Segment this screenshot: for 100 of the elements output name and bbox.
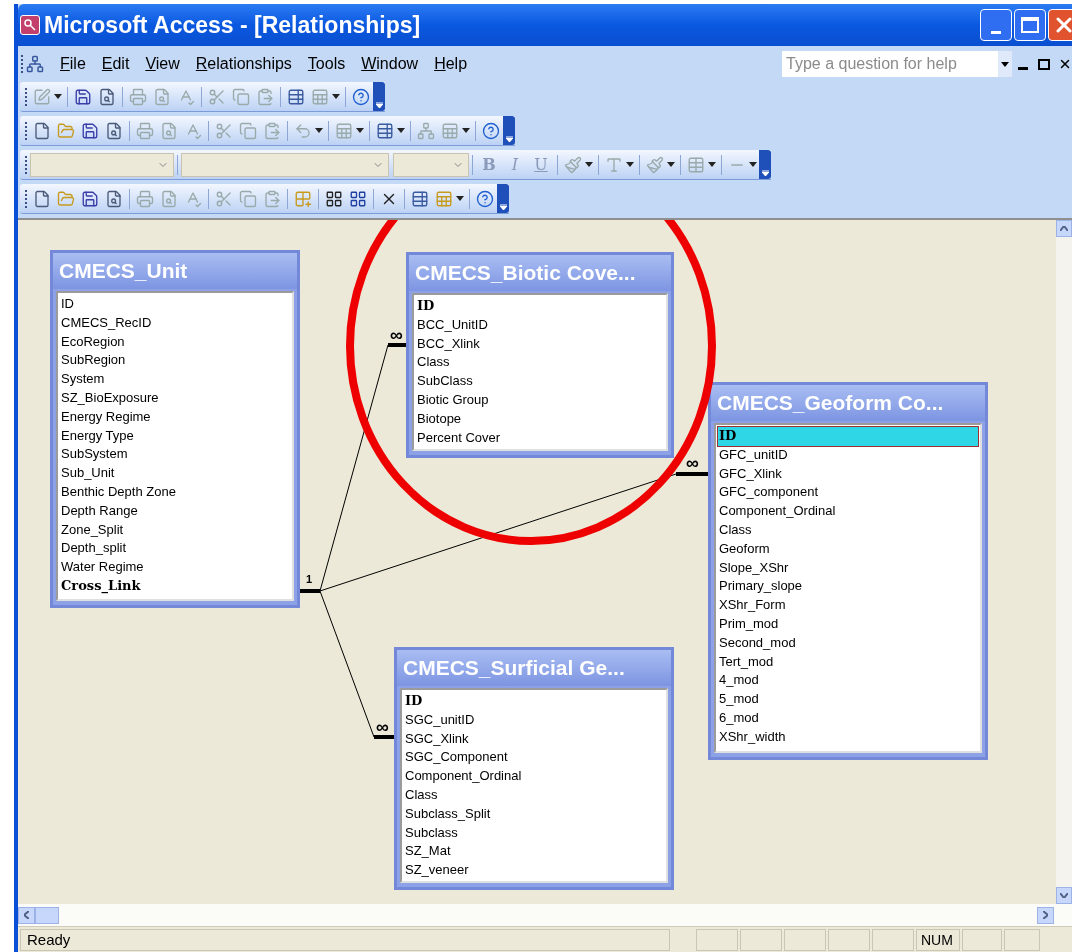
- cardinality-label: ∞: [686, 454, 699, 472]
- table-title: CMECS_Biotic Cove...: [415, 260, 636, 287]
- field-row[interactable]: Subclass_Split: [404, 804, 664, 824]
- app-key-icon: [20, 15, 40, 35]
- field-row[interactable]: Geoform: [718, 539, 978, 559]
- toolbar-options-icon[interactable]: [759, 150, 771, 179]
- num-lock-indicator: NUM: [916, 928, 960, 951]
- toolbar-options-icon[interactable]: [497, 184, 509, 213]
- field-row[interactable]: 4_mod: [718, 671, 978, 691]
- field-row[interactable]: XShr_width: [718, 727, 978, 747]
- scroll-right-button[interactable]: [1037, 906, 1054, 924]
- field-row[interactable]: Water Regime: [60, 558, 290, 577]
- scrollbar-thumb[interactable]: [35, 906, 59, 924]
- field-row[interactable]: XShr_Form: [718, 596, 978, 615]
- field-row[interactable]: Component_Ordinal: [718, 502, 978, 521]
- table-window[interactable]: CMECS_Geoform Co... ID GFC_unitID GFC_Xlink GFC_component Component_Ordinal Class Geoform Slope_XShr Primary_slope XShr_Form Prim_mod Second_mod Tert_mod 4_mod 5_mod 6_mod XShr_width: [708, 382, 988, 760]
- field-row[interactable]: EcoRegion: [60, 332, 290, 352]
- table-title: CMECS_Geoform Co...: [717, 390, 944, 417]
- vertical-scrollbar[interactable]: [1056, 220, 1072, 904]
- table-window[interactable]: CMECS_Unit ID CMECS_RecID EcoRegion SubRegion System SZ_BioExposure Energy Regime Energy Type SubSystem Sub_Unit Benthic Depth Zone Depth Range Zone_Split Depth_split Water Regime Cross_Link: [50, 250, 300, 608]
- menu-item[interactable]: View: [137, 52, 188, 76]
- restore-icon[interactable]: [1038, 58, 1050, 70]
- toolbar-options-icon[interactable]: [373, 82, 385, 111]
- field-row[interactable]: SubSystem: [60, 445, 290, 465]
- field-row[interactable]: ID: [60, 295, 290, 314]
- menu-item[interactable]: Relationships: [187, 52, 300, 76]
- field-row[interactable]: Prim_mod: [718, 614, 978, 634]
- chevron-up-icon: [1060, 226, 1068, 231]
- field-row[interactable]: Cross_Link: [60, 576, 290, 596]
- field-row[interactable]: BCC_UnitID: [416, 315, 664, 335]
- close-icon[interactable]: [1058, 57, 1072, 71]
- help-search-field[interactable]: Type a question for help: [782, 51, 1012, 77]
- menu-item[interactable]: File: [52, 52, 94, 76]
- window-title: Microsoft Access - [Relationships]: [44, 10, 421, 40]
- horizontal-scrollbar[interactable]: [18, 904, 1072, 926]
- field-row[interactable]: 5_mod: [718, 690, 978, 709]
- field-row[interactable]: Biotope: [416, 409, 664, 429]
- field-row[interactable]: SZ_Mat: [404, 842, 664, 862]
- field-row[interactable]: Sub_Unit: [60, 464, 290, 483]
- field-row[interactable]: SubRegion: [60, 351, 290, 371]
- field-row[interactable]: Biotic Group: [416, 391, 664, 410]
- field-row[interactable]: System: [60, 370, 290, 389]
- minimize-button[interactable]: [980, 9, 1012, 41]
- chevron-right-icon: [1043, 911, 1048, 919]
- field-row[interactable]: Class: [404, 786, 664, 805]
- field-row[interactable]: SZ_veneer: [404, 861, 664, 880]
- field-row[interactable]: GFC_Xlink: [718, 464, 978, 484]
- cardinality-label: 1: [306, 574, 313, 585]
- field-row[interactable]: ID: [718, 427, 978, 446]
- maximize-button[interactable]: [1014, 9, 1046, 41]
- field-row[interactable]: CMECS_RecID: [60, 313, 290, 333]
- field-row[interactable]: Percent Cover: [416, 428, 664, 448]
- field-row[interactable]: Class: [416, 353, 664, 373]
- scroll-down-button[interactable]: [1056, 887, 1072, 904]
- field-row[interactable]: GFC_unitID: [718, 445, 978, 465]
- field-row[interactable]: Zone_Split: [60, 520, 290, 540]
- cardinality-label: ∞: [390, 326, 403, 344]
- scroll-left-button[interactable]: [18, 906, 35, 924]
- relationships-icon[interactable]: [26, 55, 44, 73]
- cardinality-label: ∞: [376, 718, 389, 736]
- table-window[interactable]: CMECS_Surficial Ge... ID SGC_unitID SGC_Xlink SGC_Component Component_Ordinal Class Subclass_Split Subclass SZ_Mat SZ_veneer: [394, 647, 674, 890]
- field-row[interactable]: ID: [416, 297, 664, 316]
- toolbar-options-icon[interactable]: [503, 116, 515, 145]
- field-row[interactable]: SGC_Component: [404, 748, 664, 768]
- relationship-join-marker: [300, 589, 320, 593]
- field-row[interactable]: Tert_mod: [718, 652, 978, 672]
- chevron-left-icon: [24, 911, 29, 919]
- field-row[interactable]: Primary_slope: [718, 577, 978, 597]
- field-row[interactable]: Depth_split: [60, 539, 290, 559]
- field-row[interactable]: Class: [718, 521, 978, 540]
- menu-item[interactable]: Help: [426, 52, 476, 76]
- menu-item[interactable]: Window: [353, 52, 427, 76]
- field-row[interactable]: Benthic Depth Zone: [60, 482, 290, 502]
- field-row[interactable]: Slope_XShr: [718, 558, 978, 578]
- field-row[interactable]: Component_Ordinal: [404, 767, 664, 786]
- caret-icon: [1001, 61, 1009, 67]
- field-row[interactable]: SGC_Xlink: [404, 729, 664, 749]
- field-row[interactable]: Second_mod: [718, 633, 978, 653]
- field-row[interactable]: GFC_component: [718, 483, 978, 503]
- chevron-down-icon: [1060, 893, 1068, 898]
- table-title: CMECS_Surficial Ge...: [403, 655, 625, 682]
- minimize-icon[interactable]: [1018, 66, 1028, 70]
- field-row[interactable]: Depth Range: [60, 501, 290, 521]
- field-row[interactable]: Energy Type: [60, 426, 290, 446]
- menu-item[interactable]: Tools: [299, 52, 354, 76]
- field-row[interactable]: Subclass: [404, 823, 664, 843]
- field-row[interactable]: SZ_BioExposure: [60, 389, 290, 408]
- scroll-up-button[interactable]: [1056, 220, 1072, 237]
- menu-item[interactable]: Edit: [93, 52, 138, 76]
- field-row[interactable]: ID: [404, 692, 664, 711]
- status-message: Ready: [20, 928, 670, 951]
- field-row[interactable]: BCC_Xlink: [416, 334, 664, 354]
- field-row[interactable]: SGC_unitID: [404, 710, 664, 730]
- field-row[interactable]: SubClass: [416, 372, 664, 391]
- field-row[interactable]: 6_mod: [718, 708, 978, 728]
- dropdown-button[interactable]: [998, 51, 1012, 77]
- close-button[interactable]: [1048, 9, 1072, 41]
- table-title: CMECS_Unit: [59, 258, 188, 285]
- field-row[interactable]: Energy Regime: [60, 407, 290, 427]
- table-window[interactable]: CMECS_Biotic Cove... ID BCC_UnitID BCC_Xlink Class SubClass Biotic Group Biotope Percent Cover: [406, 252, 674, 458]
